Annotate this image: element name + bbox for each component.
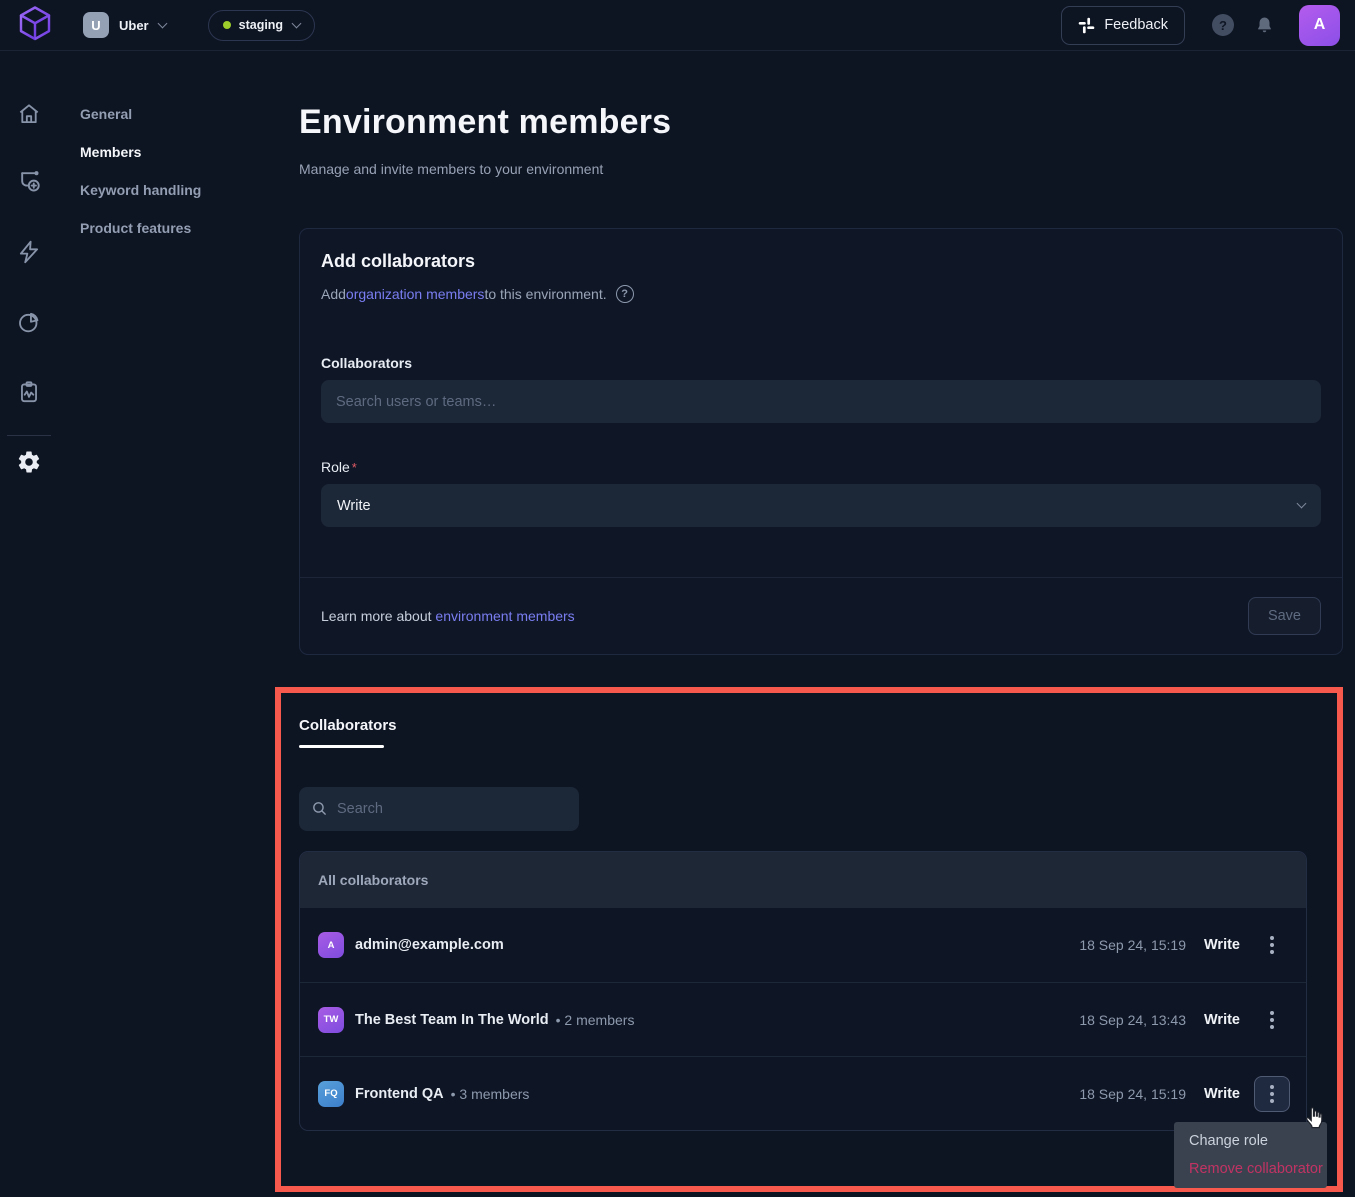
chevron-down-icon [292, 18, 302, 28]
save-button[interactable]: Save [1248, 597, 1321, 635]
role-field-label: Role* [321, 459, 1321, 475]
avatar: TW [318, 1007, 344, 1033]
help-icon[interactable]: ? [1212, 14, 1234, 36]
row-actions-kebab-button[interactable] [1254, 1002, 1290, 1038]
tab-label: Collaborators [299, 717, 397, 734]
collaborator-name: Frontend QA [355, 1086, 444, 1102]
add-collaborators-card: Add collaborators Add organization membe… [299, 228, 1343, 655]
menu-item-change-role[interactable]: Change role [1174, 1127, 1327, 1155]
role-value: Write [1204, 937, 1248, 953]
rail-divider [7, 435, 51, 436]
row-actions-kebab-button-open[interactable] [1254, 1076, 1290, 1112]
table-row[interactable]: A admin@example.com 18 Sep 24, 15:19 Wri… [300, 908, 1306, 982]
icon-sidebar [0, 51, 58, 1197]
card-description: Add organization members to this environ… [321, 285, 1321, 303]
lightning-icon[interactable] [16, 239, 42, 265]
app-logo-icon[interactable] [15, 4, 55, 46]
collaborators-field-label: Collaborators [321, 355, 1321, 371]
org-switcher[interactable]: U Uber [83, 12, 166, 38]
pie-chart-icon[interactable] [16, 309, 42, 335]
subnav-item-general[interactable]: General [80, 106, 201, 122]
added-date: 18 Sep 24, 15:19 [1064, 937, 1186, 953]
subnav-item-members[interactable]: Members [80, 144, 201, 160]
role-select[interactable]: Write [321, 484, 1321, 527]
table-header: All collaborators [300, 852, 1306, 908]
subnav-item-keyword-handling[interactable]: Keyword handling [80, 182, 201, 198]
row-actions-menu: Change role Remove collaborator [1174, 1122, 1327, 1188]
menu-item-remove-collaborator[interactable]: Remove collaborator [1174, 1155, 1327, 1183]
org-name: Uber [119, 18, 149, 33]
table-row[interactable]: FQ Frontend QA • 3 members 18 Sep 24, 15… [300, 1056, 1306, 1130]
environment-selector[interactable]: staging [208, 10, 315, 41]
added-date: 18 Sep 24, 15:19 [1064, 1086, 1186, 1102]
environment-members-link[interactable]: environment members [435, 608, 574, 624]
table-row[interactable]: TW The Best Team In The World • 2 member… [300, 982, 1306, 1056]
settings-subnav: General Members Keyword handling Product… [80, 106, 201, 236]
collaborators-table: All collaborators A admin@example.com 18… [299, 851, 1307, 1131]
collaborators-table-search-input[interactable] [299, 787, 579, 831]
row-actions-kebab-button[interactable] [1254, 927, 1290, 963]
role-value: Write [1204, 1086, 1248, 1102]
subnav-item-product-features[interactable]: Product features [80, 220, 201, 236]
collaborator-name: The Best Team In The World [355, 1012, 549, 1028]
tab-collaborators[interactable]: Collaborators [299, 717, 397, 748]
health-report-icon[interactable] [16, 379, 42, 405]
env-status-dot [223, 21, 231, 29]
role-select-value: Write [337, 498, 371, 514]
collaborator-meta: • 2 members [556, 1012, 635, 1028]
role-value: Write [1204, 1012, 1248, 1028]
help-tooltip-icon[interactable]: ? [616, 285, 634, 303]
added-date: 18 Sep 24, 13:43 [1064, 1012, 1186, 1028]
learn-more-text: Learn more about environment members [321, 608, 575, 624]
feedback-label: Feedback [1104, 17, 1168, 33]
page-title: Environment members [299, 103, 671, 142]
home-icon[interactable] [16, 101, 42, 127]
chevron-down-icon [157, 18, 167, 28]
tab-active-underline [299, 745, 384, 748]
user-avatar[interactable]: A [1299, 5, 1340, 46]
avatar: A [318, 932, 344, 958]
annotation-rectangle: Collaborators All collaborators A admin@… [275, 687, 1343, 1192]
collaborator-meta: • 3 members [451, 1086, 530, 1102]
collaborator-name: admin@example.com [355, 937, 504, 953]
settings-gear-icon[interactable] [16, 449, 42, 475]
create-flag-icon[interactable] [16, 167, 43, 194]
top-bar: U Uber staging Feedback ? A [0, 0, 1355, 51]
card-footer: Learn more about environment members Sav… [300, 577, 1342, 654]
organization-members-link[interactable]: organization members [346, 286, 485, 302]
card-title: Add collaborators [321, 251, 1321, 272]
feedback-button[interactable]: Feedback [1061, 6, 1185, 45]
org-avatar: U [83, 12, 109, 38]
avatar: FQ [318, 1081, 344, 1107]
collaborators-search-input[interactable] [321, 380, 1321, 423]
required-mark: * [352, 460, 357, 475]
notifications-icon[interactable] [1255, 15, 1274, 35]
page-subtitle: Manage and invite members to your enviro… [299, 161, 603, 177]
slack-icon [1078, 17, 1095, 34]
env-name: staging [239, 18, 283, 32]
chevron-down-icon [1297, 499, 1307, 509]
